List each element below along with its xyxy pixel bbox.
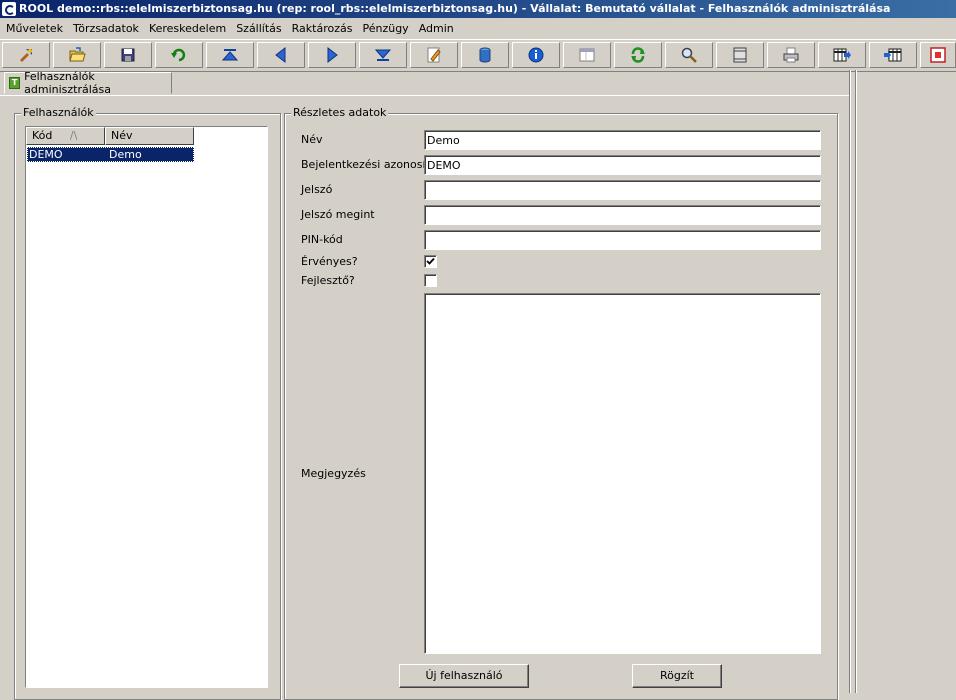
tools-icon (20, 49, 32, 62)
tools-button[interactable] (2, 42, 50, 68)
database-button[interactable] (461, 42, 509, 68)
grid-export-button[interactable] (818, 42, 866, 68)
ervenyes-label: Érvényes? (301, 255, 358, 268)
nev-field[interactable] (424, 130, 821, 150)
open-folder-icon (69, 47, 86, 62)
menu-admin[interactable]: Admin (414, 19, 459, 38)
print-icon (783, 47, 799, 63)
search-icon (681, 47, 697, 63)
megjegyzes-textarea[interactable] (424, 293, 821, 654)
tab-form-icon: T (9, 77, 21, 89)
megjegyzes-label: Megjegyzés (301, 467, 366, 480)
grid-import-icon (884, 48, 902, 62)
save-icon (121, 48, 135, 62)
login-label: Bejelentkezési azonosító (301, 158, 437, 171)
first-record-button[interactable] (206, 42, 254, 68)
close-form-icon (930, 47, 946, 63)
database-icon (479, 47, 491, 63)
tab-label: Felhasználók adminisztrálása (24, 70, 111, 96)
save-button[interactable] (104, 42, 152, 68)
jelszo-label: Jelszó (301, 183, 333, 196)
edit-icon (427, 47, 441, 63)
print-button[interactable] (767, 42, 815, 68)
fejleszto-label: Fejlesztő? (301, 274, 355, 287)
ervenyes-checkbox[interactable] (424, 255, 437, 268)
nev-label: Név (301, 133, 323, 146)
menu-torzsadatok[interactable]: Törzsadatok (68, 19, 144, 38)
open-button[interactable] (53, 42, 101, 68)
next-record-icon (327, 46, 338, 64)
column-header-nev[interactable]: Név (105, 127, 194, 145)
fejleszto-checkbox[interactable] (424, 274, 437, 287)
new-user-button[interactable]: Új felhasználó (399, 664, 529, 688)
menu-bar: Műveletek Törzsadatok Kereskedelem Száll… (0, 19, 956, 38)
panel-divider-right (855, 70, 857, 693)
user-row[interactable]: DEMO Demo (27, 147, 194, 162)
refresh-icon (631, 47, 645, 63)
menu-penzugy[interactable]: Pénzügy (357, 19, 413, 38)
password-confirm-field[interactable] (424, 205, 821, 225)
save-record-button[interactable]: Rögzít (632, 664, 722, 688)
grid-export-icon (833, 48, 851, 62)
pin-field[interactable] (424, 230, 821, 250)
last-record-icon (374, 49, 392, 61)
pin-label: PIN-kód (301, 233, 343, 246)
layout-button[interactable] (716, 42, 764, 68)
menu-kereskedelem[interactable]: Kereskedelem (144, 19, 231, 38)
close-form-button[interactable] (920, 42, 956, 68)
users-list-header: Kód /\ Név (26, 127, 194, 145)
edit-button[interactable] (410, 42, 458, 68)
tab-strip: T Felhasználók adminisztrálása (0, 70, 850, 96)
checkmark-icon (426, 257, 435, 265)
sort-ascending-icon: /\ (69, 129, 78, 142)
tab-felhasznalok[interactable]: T Felhasználók adminisztrálása (4, 70, 172, 96)
info-icon (528, 47, 544, 63)
menu-muveletek[interactable]: Műveletek (0, 19, 68, 38)
window-title: ROOL demo::rbs::elelmiszerbiztonsag.hu (… (19, 2, 891, 15)
undo-icon (171, 48, 186, 62)
refresh-button[interactable] (614, 42, 662, 68)
info-button[interactable] (512, 42, 560, 68)
grid-import-button[interactable] (869, 42, 917, 68)
toolbar (0, 39, 956, 72)
last-record-button[interactable] (359, 42, 407, 68)
search-button[interactable] (665, 42, 713, 68)
first-record-icon (221, 49, 239, 61)
menu-szallitas[interactable]: Szállítás (231, 19, 286, 38)
previous-record-icon (275, 46, 286, 64)
menu-raktarozas[interactable]: Raktározás (287, 19, 358, 38)
users-group-title: Felhasználók (21, 106, 96, 120)
layout-icon (733, 47, 747, 63)
user-row-kod: DEMO (29, 148, 63, 161)
window-button[interactable] (563, 42, 611, 68)
next-record-button[interactable] (308, 42, 356, 68)
users-list[interactable]: Kód /\ Név DEMO Demo (25, 126, 268, 688)
panel-divider (849, 70, 851, 693)
login-field[interactable] (424, 155, 821, 175)
jelszo-megint-label: Jelszó megint (301, 208, 375, 221)
app-icon[interactable] (2, 2, 16, 16)
undo-button[interactable] (155, 42, 203, 68)
user-row-nev: Demo (109, 148, 142, 161)
previous-record-button[interactable] (257, 42, 305, 68)
details-group-title: Részletes adatok (291, 106, 389, 120)
title-bar: ROOL demo::rbs::elelmiszerbiztonsag.hu (… (0, 0, 956, 18)
window-icon (579, 48, 595, 62)
password-field[interactable] (424, 180, 821, 200)
column-header-kod[interactable]: Kód /\ (26, 127, 105, 145)
column-kod-label: Kód (32, 129, 53, 142)
